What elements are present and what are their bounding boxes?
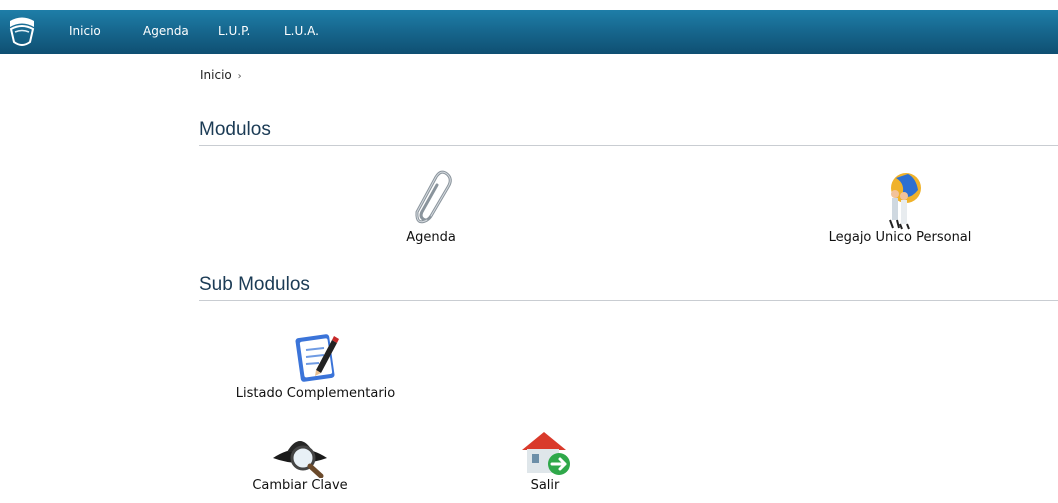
- top-navigation-bar: Inicio Agenda L.U.P. L.U.A.: [0, 10, 1058, 54]
- nav-lup[interactable]: L.U.P.: [218, 24, 250, 38]
- breadcrumb-separator: ›: [237, 71, 242, 82]
- ribbon-logo-icon[interactable]: [6, 12, 38, 50]
- people-globe-icon: [889, 173, 921, 230]
- module-legajo-label[interactable]: Legajo Unico Personal: [810, 230, 990, 245]
- modules-divider: [199, 145, 1058, 146]
- modules-title: Modulos: [199, 119, 271, 140]
- breadcrumb: Inicio ›: [200, 68, 242, 82]
- module-agenda[interactable]: Agenda: [390, 168, 472, 245]
- house-exit-icon: [522, 432, 570, 475]
- submodules-title: Sub Modulos: [199, 274, 310, 295]
- breadcrumb-inicio[interactable]: Inicio: [200, 68, 232, 82]
- module-agenda-label[interactable]: Agenda: [390, 230, 472, 245]
- submodule-cambiar-clave-label[interactable]: Cambiar Clave: [245, 478, 355, 493]
- submodule-salir-label[interactable]: Salir: [505, 478, 585, 493]
- module-legajo-unico-personal[interactable]: Legajo Unico Personal: [810, 168, 990, 245]
- nav-inicio[interactable]: Inicio: [69, 24, 101, 38]
- nav-lua[interactable]: L.U.A.: [284, 24, 319, 38]
- nav-agenda[interactable]: Agenda: [143, 24, 189, 38]
- submodule-salir[interactable]: Salir: [505, 428, 585, 493]
- notepad-pen-icon: [294, 334, 339, 382]
- submodule-cambiar-clave[interactable]: Cambiar Clave: [245, 428, 355, 493]
- paperclip-icon: [415, 170, 452, 224]
- detective-magnifier-icon: [273, 441, 327, 478]
- submodules-divider: [199, 300, 1058, 301]
- submodule-listado-label[interactable]: Listado Complementario: [213, 386, 418, 401]
- submodule-listado-complementario[interactable]: Listado Complementario: [213, 328, 418, 401]
